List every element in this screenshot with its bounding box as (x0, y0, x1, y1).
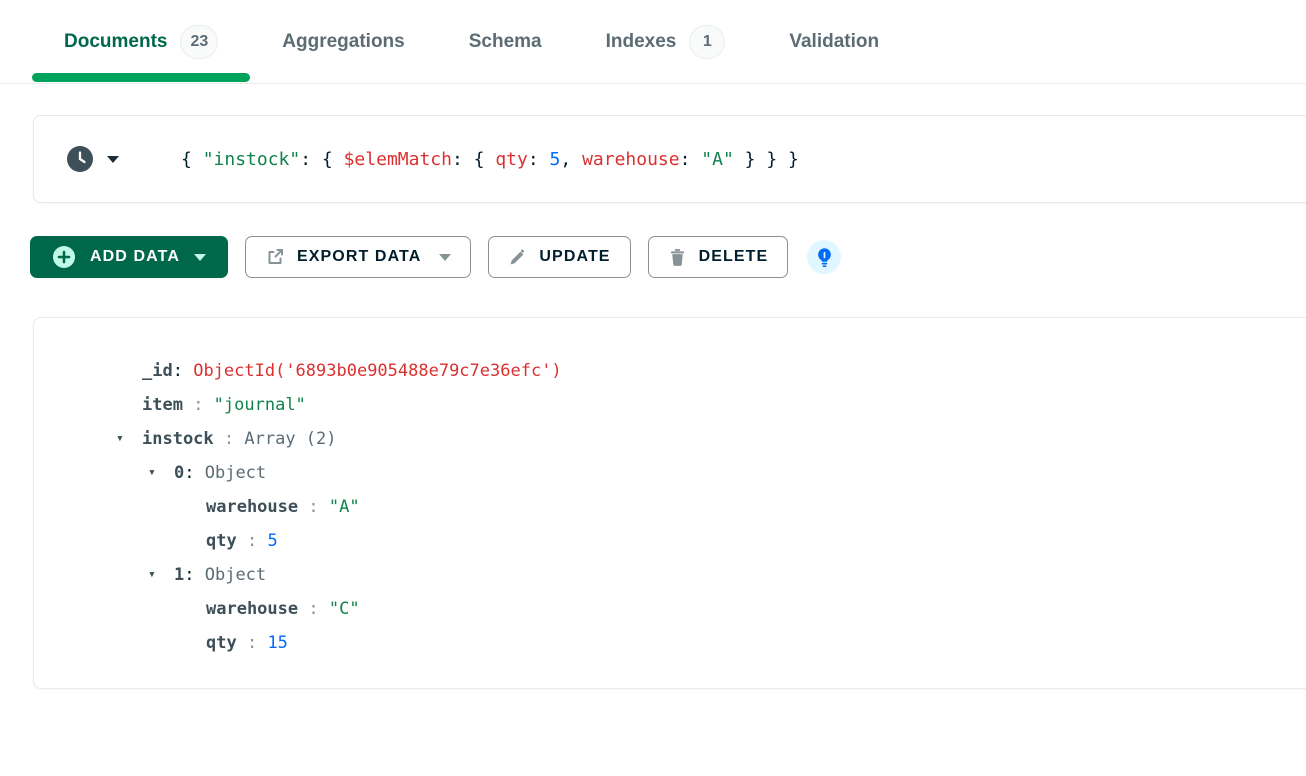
code-token: qty (495, 149, 528, 170)
plus-circle-icon (52, 245, 76, 269)
trash-icon (668, 248, 687, 267)
field-code: warehouse : "A" (206, 490, 360, 524)
delete-label: DELETE (699, 248, 769, 266)
code-token: : (183, 395, 214, 415)
document-field-row[interactable]: warehouse : "C" (34, 592, 1306, 626)
update-button[interactable]: UPDATE (488, 236, 630, 278)
field-code: qty : 5 (206, 524, 278, 558)
document-field-row[interactable]: ▾ 0: Object (34, 456, 1306, 490)
code-token: item (142, 395, 183, 415)
code-token: Object (205, 565, 266, 585)
code-token: "C" (329, 599, 360, 619)
tab-indexes[interactable]: Indexes 1 (574, 0, 758, 83)
code-token: qty (206, 531, 237, 551)
chevron-down-icon (107, 156, 119, 163)
code-token: "A" (329, 497, 360, 517)
field-code: _id: ObjectId('6893b0e905488e79c7e36efc'… (142, 354, 562, 388)
code-token: : (214, 429, 245, 449)
code-token: qty (206, 633, 237, 653)
code-token: } } } (734, 149, 799, 170)
code-token: 5 (550, 149, 561, 170)
active-tab-underline (32, 73, 250, 82)
query-history-button[interactable] (66, 145, 119, 173)
add-data-button[interactable]: ADD DATA (30, 236, 228, 278)
lightbulb-icon (814, 247, 835, 268)
code-token: "instock" (203, 149, 301, 170)
tab-label: Validation (789, 31, 879, 53)
code-token: instock (142, 429, 214, 449)
tab-label: Aggregations (282, 31, 404, 53)
field-code: 0: Object (174, 456, 266, 490)
ai-assist-button[interactable] (807, 240, 841, 274)
collapse-caret-icon[interactable]: ▾ (148, 456, 174, 490)
field-code: item : "journal" (142, 388, 306, 422)
code-token: : (184, 463, 204, 483)
document-field-row[interactable]: ▾ instock : Array (2) (34, 422, 1306, 456)
export-data-button[interactable]: EXPORT DATA (245, 236, 471, 278)
tab-documents[interactable]: Documents 23 (32, 0, 250, 83)
code-token: 1 (174, 565, 184, 585)
code-token: : (298, 497, 329, 517)
documents-count-badge: 23 (180, 25, 218, 59)
code-token: Object (205, 463, 266, 483)
tab-bar: Documents 23 Aggregations Schema Indexes… (0, 0, 1306, 84)
document-card: _id: ObjectId('6893b0e905488e79c7e36efc'… (33, 317, 1306, 689)
clock-icon (66, 145, 94, 173)
code-token: ObjectId('6893b0e905488e79c7e36efc') (193, 361, 561, 381)
code-token: : (237, 531, 268, 551)
document-field-row[interactable]: ▾ 1: Object (34, 558, 1306, 592)
code-token: , (560, 149, 582, 170)
collapse-caret-icon[interactable]: ▾ (116, 422, 142, 456)
tab-validation[interactable]: Validation (757, 0, 911, 83)
code-token: 5 (267, 531, 277, 551)
code-token: "A" (701, 149, 734, 170)
delete-button[interactable]: DELETE (648, 236, 789, 278)
chevron-down-icon (439, 254, 451, 261)
document-field-row[interactable]: _id: ObjectId('6893b0e905488e79c7e36efc'… (34, 354, 1306, 388)
code-token: : { (452, 149, 495, 170)
update-label: UPDATE (539, 248, 610, 266)
code-token: : (237, 633, 268, 653)
code-token: : (298, 599, 329, 619)
code-token: : (528, 149, 550, 170)
export-icon (265, 247, 285, 267)
tab-aggregations[interactable]: Aggregations (250, 0, 436, 83)
collapse-caret-icon[interactable]: ▾ (148, 558, 174, 592)
document-field-row[interactable]: qty : 5 (34, 524, 1306, 558)
code-token: : (173, 361, 193, 381)
pencil-icon (508, 248, 527, 267)
code-token: 15 (267, 633, 287, 653)
code-token: $elemMatch (344, 149, 452, 170)
code-token: warehouse (206, 497, 298, 517)
tab-schema[interactable]: Schema (437, 0, 574, 83)
code-token: : (184, 565, 204, 585)
chevron-down-icon (194, 254, 206, 261)
code-token: : (680, 149, 702, 170)
document-field-row[interactable]: qty : 15 (34, 626, 1306, 660)
query-filter-input[interactable]: { "instock": { $elemMatch: { qty: 5, war… (181, 149, 799, 170)
code-token: : { (300, 149, 343, 170)
code-token: warehouse (206, 599, 298, 619)
code-token: "journal" (214, 395, 306, 415)
tab-label: Indexes (606, 31, 677, 53)
field-code: warehouse : "C" (206, 592, 360, 626)
action-bar: ADD DATA EXPORT DATA UPDATE DELETE (30, 236, 1306, 278)
query-bar[interactable]: { "instock": { $elemMatch: { qty: 5, war… (33, 115, 1306, 203)
code-token: _id (142, 361, 173, 381)
add-data-label: ADD DATA (90, 248, 180, 266)
document-field-row[interactable]: item : "journal" (34, 388, 1306, 422)
code-token: Array (2) (244, 429, 336, 449)
export-data-label: EXPORT DATA (297, 248, 421, 266)
tab-label: Schema (469, 31, 542, 53)
code-token: { (181, 149, 203, 170)
field-code: qty : 15 (206, 626, 288, 660)
field-code: instock : Array (2) (142, 422, 337, 456)
field-code: 1: Object (174, 558, 266, 592)
indexes-count-badge: 1 (689, 25, 725, 59)
code-token: warehouse (582, 149, 680, 170)
document-field-row[interactable]: warehouse : "A" (34, 490, 1306, 524)
code-token: 0 (174, 463, 184, 483)
tab-label: Documents (64, 31, 167, 53)
